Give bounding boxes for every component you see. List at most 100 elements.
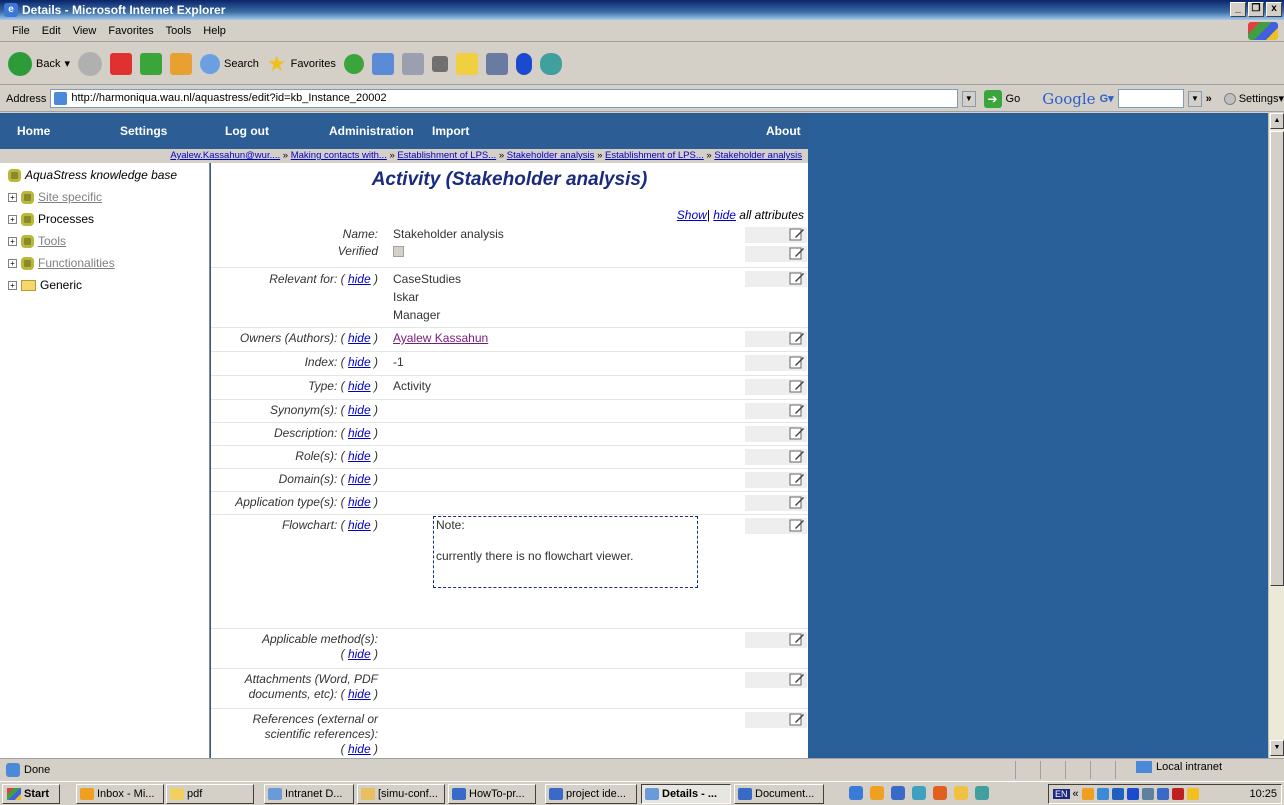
owner-link[interactable]: Ayalew Kassahun xyxy=(393,331,488,345)
tree-item-site-specific[interactable]: + Site specific xyxy=(8,190,102,204)
edit-icon[interactable] xyxy=(789,403,805,418)
breadcrumb-item[interactable]: Making contacts with... xyxy=(291,150,387,161)
quicklaunch-icon[interactable] xyxy=(933,786,947,800)
tray-icon[interactable] xyxy=(1141,788,1154,800)
refresh-button[interactable] xyxy=(140,52,162,75)
bluetooth-button[interactable] xyxy=(515,52,532,75)
google-search-dropdown[interactable]: ▼ xyxy=(1188,90,1202,107)
tree-item-tools[interactable]: + Tools xyxy=(8,234,66,248)
breadcrumb-item[interactable]: Ayalew.Kassahun@wur.... xyxy=(170,150,280,161)
hide-link[interactable]: hide xyxy=(348,426,371,440)
bluetooth-icon[interactable] xyxy=(1126,788,1139,800)
hide-link[interactable]: hide xyxy=(348,495,371,509)
task-details[interactable]: Details - ... xyxy=(641,784,731,804)
language-indicator[interactable]: EN xyxy=(1053,789,1070,799)
address-dropdown-button[interactable]: ▼ xyxy=(962,90,976,107)
nav-about[interactable]: About xyxy=(766,124,801,138)
menu-view[interactable]: View xyxy=(67,25,103,37)
edit-icon[interactable] xyxy=(789,632,805,647)
expand-icon[interactable]: + xyxy=(8,214,17,224)
notes-button[interactable] xyxy=(455,52,478,75)
menu-file[interactable]: File xyxy=(6,25,36,37)
show-all-link[interactable]: Show xyxy=(677,208,707,222)
stop-button[interactable] xyxy=(110,52,132,75)
quicklaunch-icon[interactable] xyxy=(912,786,926,800)
breadcrumb-item[interactable]: Establishment of LPS... xyxy=(605,150,704,161)
monitor-icon[interactable] xyxy=(1111,788,1124,800)
tree-item-functionalities[interactable]: + Functionalities xyxy=(8,256,115,270)
task-project[interactable]: project ide... xyxy=(545,784,637,804)
hide-link[interactable]: hide xyxy=(348,742,371,756)
tray-expand[interactable]: « xyxy=(1073,788,1079,800)
hide-link[interactable]: hide xyxy=(348,472,371,486)
forward-button[interactable] xyxy=(78,51,102,76)
tree-root[interactable]: AquaStress knowledge base xyxy=(8,168,177,182)
hide-link[interactable]: hide xyxy=(348,355,371,369)
task-document[interactable]: Document... xyxy=(734,784,824,804)
scroll-down-button[interactable]: ▼ xyxy=(1270,740,1284,756)
print-button[interactable] xyxy=(401,52,424,75)
home-button[interactable] xyxy=(170,52,192,75)
edit-icon[interactable] xyxy=(789,246,805,261)
edit-icon[interactable] xyxy=(789,672,805,687)
task-pdf[interactable]: pdf xyxy=(166,784,254,804)
go-button[interactable]: ➔ Go xyxy=(983,89,1020,108)
expand-icon[interactable]: + xyxy=(8,236,17,246)
edit-icon[interactable] xyxy=(789,449,805,464)
tree-item-generic[interactable]: + Generic xyxy=(8,278,82,292)
quicklaunch-ie-icon[interactable] xyxy=(849,786,863,800)
menu-edit[interactable]: Edit xyxy=(36,25,67,37)
edit-icon[interactable] xyxy=(789,271,805,286)
menu-help[interactable]: Help xyxy=(197,25,232,37)
hide-link[interactable]: hide xyxy=(348,272,371,286)
back-button[interactable]: Back ▾ xyxy=(8,51,70,76)
edit-icon[interactable] xyxy=(789,331,805,346)
quicklaunch-messenger-icon[interactable] xyxy=(975,786,989,800)
tree-item-processes[interactable]: + Processes xyxy=(8,212,94,226)
breadcrumb-item[interactable]: Establishment of LPS... xyxy=(397,150,496,161)
edit-icon[interactable] xyxy=(789,379,805,394)
hide-link[interactable]: hide xyxy=(348,687,371,701)
close-button[interactable]: x xyxy=(1266,2,1282,17)
scroll-thumb[interactable] xyxy=(1270,131,1284,586)
research-button[interactable] xyxy=(485,52,508,75)
settings-menu[interactable]: Settings▾ xyxy=(1223,92,1284,105)
more-chevron[interactable]: » xyxy=(1206,93,1212,105)
edit-icon[interactable] xyxy=(789,355,805,370)
edit-icon[interactable] xyxy=(789,426,805,441)
messenger-button[interactable] xyxy=(539,52,562,75)
google-search-input[interactable] xyxy=(1117,89,1185,108)
hide-link[interactable]: hide xyxy=(348,379,371,393)
hide-all-link[interactable]: hide xyxy=(713,208,736,222)
menu-favorites[interactable]: Favorites xyxy=(102,25,159,37)
task-intranet[interactable]: Intranet D... xyxy=(264,784,354,804)
hide-link[interactable]: hide xyxy=(348,449,371,463)
hide-link[interactable]: hide xyxy=(348,331,371,345)
expand-icon[interactable]: + xyxy=(8,192,17,202)
minimize-button[interactable]: _ xyxy=(1230,2,1246,17)
vertical-scrollbar[interactable]: ▲ ▼ xyxy=(1268,113,1284,758)
tray-icon[interactable] xyxy=(1081,788,1094,800)
breadcrumb-item[interactable]: Stakeholder analysis xyxy=(507,150,595,161)
task-howto[interactable]: HowTo-pr... xyxy=(448,784,536,804)
edit-icon[interactable] xyxy=(789,472,805,487)
address-input[interactable]: http://harmoniqua.wau.nl/aquastress/edit… xyxy=(50,89,959,108)
hide-link[interactable]: hide xyxy=(348,518,371,532)
edit-icon[interactable] xyxy=(789,227,805,242)
nav-home[interactable]: Home xyxy=(17,124,50,138)
scroll-up-button[interactable]: ▲ xyxy=(1270,113,1284,129)
nav-administration[interactable]: Administration xyxy=(329,124,414,138)
verified-checkbox[interactable] xyxy=(393,246,404,257)
task-simu-conf[interactable]: [simu-conf... xyxy=(357,784,445,804)
google-dropdown[interactable]: G▾ xyxy=(1100,92,1114,105)
breadcrumb-item[interactable]: Stakeholder analysis xyxy=(714,150,802,161)
quicklaunch-folder-icon[interactable] xyxy=(954,786,968,800)
network-icon[interactable] xyxy=(1096,788,1109,800)
quicklaunch-outlook-icon[interactable] xyxy=(870,786,884,800)
quicklaunch-icon[interactable] xyxy=(891,786,905,800)
nav-settings[interactable]: Settings xyxy=(120,124,167,138)
mail-button[interactable] xyxy=(371,52,394,75)
task-inbox[interactable]: Inbox - Mi... xyxy=(76,784,164,804)
edit-button[interactable] xyxy=(431,55,448,72)
search-button[interactable]: Search xyxy=(200,53,259,74)
